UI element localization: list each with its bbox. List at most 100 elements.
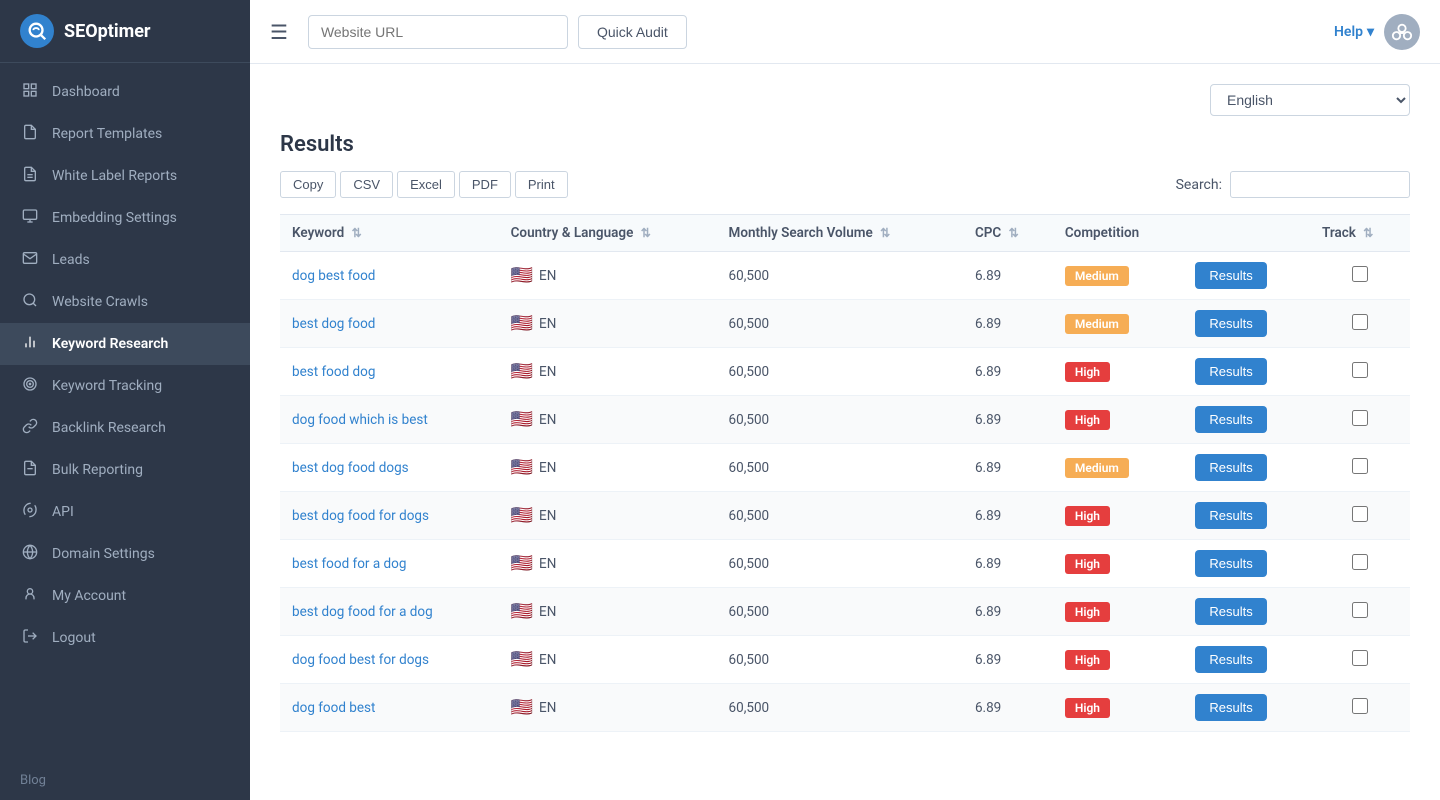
cell-country: 🇺🇸EN (499, 252, 717, 300)
track-checkbox[interactable] (1352, 266, 1368, 282)
keyword-link[interactable]: best dog food for a dog (292, 604, 433, 620)
cell-results-btn: Results (1183, 396, 1310, 444)
keyword-link[interactable]: dog food best for dogs (292, 652, 429, 668)
sidebar-item-embedding[interactable]: Embedding Settings (0, 197, 250, 239)
cell-track (1310, 636, 1410, 684)
cell-competition: Medium (1053, 300, 1184, 348)
lang-code: EN (539, 652, 556, 668)
cell-country: 🇺🇸EN (499, 540, 717, 588)
sidebar-item-report-templates[interactable]: Report Templates (0, 113, 250, 155)
track-checkbox[interactable] (1352, 650, 1368, 666)
export-excel-button[interactable]: Excel (397, 171, 455, 198)
keyword-link[interactable]: best food dog (292, 364, 375, 380)
track-checkbox[interactable] (1352, 506, 1368, 522)
table-header: Keyword ⇅ Country & Language ⇅ Monthly S… (280, 215, 1410, 252)
logo-text: SEOptimer (64, 21, 151, 42)
cell-keyword: best dog food (280, 300, 499, 348)
cell-track (1310, 396, 1410, 444)
sidebar-item-my-account[interactable]: My Account (0, 575, 250, 617)
main-area: ☰ Quick Audit Help ▾ EnglishSpanishFrenc… (250, 0, 1440, 800)
api-icon (20, 502, 40, 522)
results-button[interactable]: Results (1195, 550, 1266, 577)
cell-results-btn: Results (1183, 252, 1310, 300)
sidebar-item-dashboard[interactable]: Dashboard (0, 71, 250, 113)
quick-audit-button[interactable]: Quick Audit (578, 15, 687, 49)
results-button[interactable]: Results (1195, 502, 1266, 529)
export-copy-button[interactable]: Copy (280, 171, 336, 198)
cell-country: 🇺🇸EN (499, 588, 717, 636)
keyword-link[interactable]: dog food which is best (292, 412, 428, 428)
results-button[interactable]: Results (1195, 598, 1266, 625)
export-print-button[interactable]: Print (515, 171, 568, 198)
sidebar-item-keyword-tracking[interactable]: Keyword Tracking (0, 365, 250, 407)
cell-track (1310, 588, 1410, 636)
sidebar-item-domain-settings[interactable]: Domain Settings (0, 533, 250, 575)
flag-icon: 🇺🇸 (511, 265, 533, 286)
cell-competition: Medium (1053, 444, 1184, 492)
track-checkbox[interactable] (1352, 458, 1368, 474)
export-pdf-button[interactable]: PDF (459, 171, 511, 198)
help-button[interactable]: Help ▾ (1334, 24, 1374, 40)
cell-volume: 60,500 (717, 588, 963, 636)
results-button[interactable]: Results (1195, 262, 1266, 289)
export-csv-button[interactable]: CSV (340, 171, 393, 198)
keyword-link[interactable]: best food for a dog (292, 556, 406, 572)
sidebar-item-keyword-research[interactable]: Keyword Research (0, 323, 250, 365)
sidebar-item-label-domain-settings: Domain Settings (52, 546, 155, 562)
results-button[interactable]: Results (1195, 406, 1266, 433)
sidebar-item-label-white-label: White Label Reports (52, 168, 177, 184)
track-checkbox[interactable] (1352, 314, 1368, 330)
keyword-link[interactable]: best dog food (292, 316, 375, 332)
logout-icon (20, 628, 40, 648)
results-title: Results (280, 132, 1410, 157)
table-row: best dog food for a dog🇺🇸EN60,5006.89Hig… (280, 588, 1410, 636)
white-label-icon (20, 166, 40, 186)
cell-results-btn: Results (1183, 492, 1310, 540)
sidebar-item-backlink-research[interactable]: Backlink Research (0, 407, 250, 449)
competition-badge: High (1065, 602, 1110, 622)
cell-cpc: 6.89 (963, 300, 1053, 348)
keyword-link[interactable]: best dog food for dogs (292, 508, 429, 524)
sidebar-item-logout[interactable]: Logout (0, 617, 250, 659)
keyword-link[interactable]: best dog food dogs (292, 460, 409, 476)
search-input[interactable] (1230, 171, 1410, 198)
sidebar-item-api[interactable]: API (0, 491, 250, 533)
user-avatar[interactable] (1384, 14, 1420, 50)
leads-icon (20, 250, 40, 270)
sidebar-item-bulk-reporting[interactable]: Bulk Reporting (0, 449, 250, 491)
keyword-link[interactable]: dog food best (292, 700, 375, 716)
hamburger-icon[interactable]: ☰ (270, 20, 288, 44)
cell-country: 🇺🇸EN (499, 396, 717, 444)
cell-track (1310, 252, 1410, 300)
track-checkbox[interactable] (1352, 554, 1368, 570)
cell-country: 🇺🇸EN (499, 444, 717, 492)
sidebar-item-blog[interactable]: Blog (0, 761, 250, 800)
sidebar: SEOptimer DashboardReport Templates White… (0, 0, 250, 800)
flag-icon: 🇺🇸 (511, 601, 533, 622)
flag-icon: 🇺🇸 (511, 409, 533, 430)
flag-icon: 🇺🇸 (511, 361, 533, 382)
track-checkbox[interactable] (1352, 410, 1368, 426)
results-button[interactable]: Results (1195, 310, 1266, 337)
track-checkbox[interactable] (1352, 698, 1368, 714)
flag-icon: 🇺🇸 (511, 313, 533, 334)
cell-competition: High (1053, 348, 1184, 396)
results-button[interactable]: Results (1195, 694, 1266, 721)
sidebar-item-website-crawls[interactable]: Website Crawls (0, 281, 250, 323)
cell-results-btn: Results (1183, 444, 1310, 492)
sidebar-item-leads[interactable]: Leads (0, 239, 250, 281)
search-label: Search: (1176, 177, 1222, 193)
keyword-link[interactable]: dog best food (292, 268, 375, 284)
cell-keyword: best dog food dogs (280, 444, 499, 492)
competition-badge: Medium (1065, 458, 1129, 478)
results-button[interactable]: Results (1195, 358, 1266, 385)
sidebar-item-white-label[interactable]: White Label Reports (0, 155, 250, 197)
url-input[interactable] (308, 15, 568, 49)
results-button[interactable]: Results (1195, 646, 1266, 673)
results-button[interactable]: Results (1195, 454, 1266, 481)
track-checkbox[interactable] (1352, 602, 1368, 618)
sidebar-nav: DashboardReport Templates White Label Rep… (0, 63, 250, 761)
col-results (1183, 215, 1310, 252)
track-checkbox[interactable] (1352, 362, 1368, 378)
language-select[interactable]: EnglishSpanishFrenchGermanPortuguese (1210, 84, 1410, 116)
